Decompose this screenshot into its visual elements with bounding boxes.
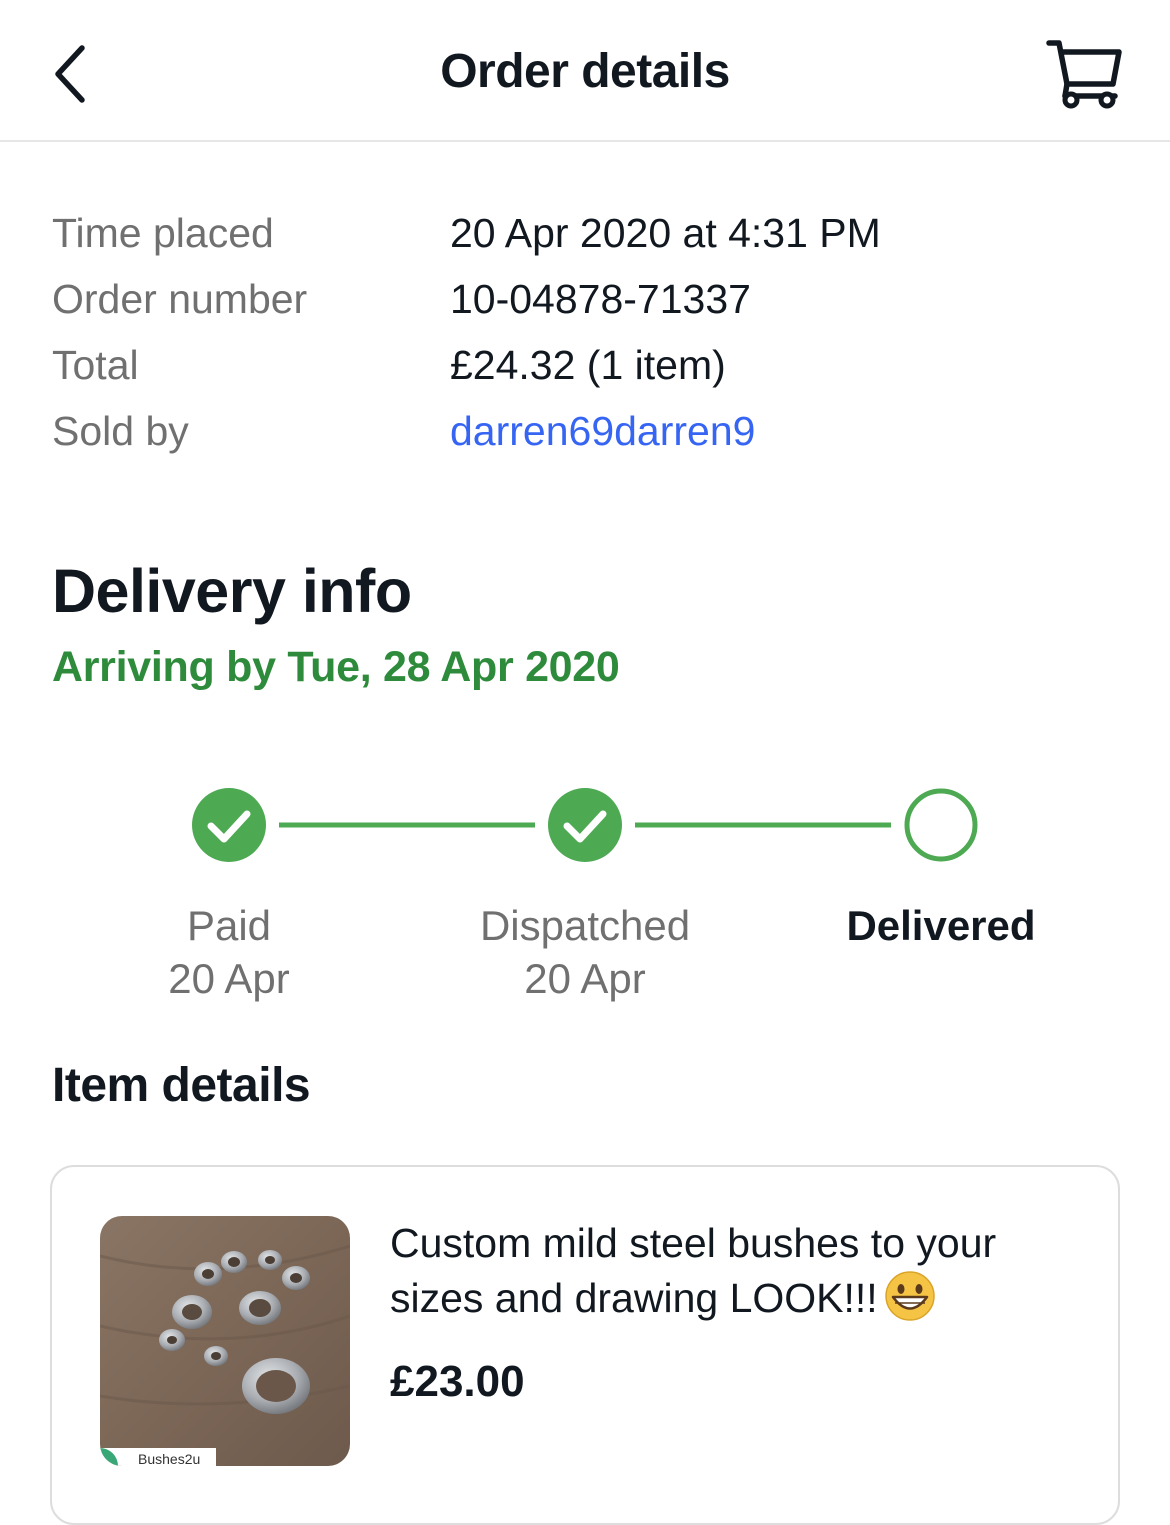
item-photo: Bushes2u <box>100 1216 350 1466</box>
total-row: Total £24.32 (1 item) <box>52 332 1132 398</box>
top-bar: Order details <box>0 0 1170 142</box>
step-paid-label: Paid <box>186 902 272 949</box>
thumbnail-watermark: Bushes2u <box>100 1448 216 1466</box>
step-dispatched-date: 20 Apr <box>524 955 646 1002</box>
item-thumbnail[interactable]: Bushes2u <box>100 1216 350 1466</box>
step-paid-check-icon <box>192 788 266 862</box>
item-details-heading: Item details <box>52 1059 311 1112</box>
bush-7 <box>159 1329 185 1351</box>
time-placed-value: 20 Apr 2020 at 4:31 PM <box>450 209 881 256</box>
step-paid-date: 20 Apr <box>168 955 290 1002</box>
order-summary: Time placed 20 Apr 2020 at 4:31 PM Order… <box>52 200 1132 464</box>
step-delivered-circle-icon <box>904 788 978 862</box>
svg-text:Bushes2u: Bushes2u <box>138 1451 200 1466</box>
cart-button[interactable] <box>1040 34 1130 114</box>
grinning-face-icon <box>884 1271 935 1321</box>
step-delivered-label: Delivered <box>846 902 1036 949</box>
step-dispatched-label: Dispatched <box>479 902 691 949</box>
step-dispatched-check-icon <box>548 788 622 862</box>
step-paid: Paid 20 Apr <box>79 899 379 1005</box>
bush-1 <box>194 1262 222 1286</box>
total-value: £24.32 (1 item) <box>450 341 726 388</box>
order-number-value: 10-04878-71337 <box>450 275 751 322</box>
arrival-estimate: Arriving by Tue, 28 Apr 2020 <box>52 643 620 691</box>
bush-4 <box>282 1266 310 1290</box>
bush-8 <box>204 1346 228 1366</box>
order-number-row: Order number 10-04878-71337 <box>52 266 1132 332</box>
order-number-label: Order number <box>52 275 308 322</box>
sold-by-row: Sold by darren69darren9 <box>52 398 1132 464</box>
bush-5 <box>172 1295 212 1329</box>
item-price: £23.00 <box>390 1357 525 1406</box>
bush-2 <box>221 1251 247 1273</box>
total-label: Total <box>52 341 139 388</box>
cart-icon <box>1046 40 1122 109</box>
time-placed-label: Time placed <box>52 209 274 256</box>
bush-3 <box>258 1250 282 1270</box>
delivery-tracker <box>192 788 978 862</box>
seller-link[interactable]: darren69darren9 <box>450 408 755 455</box>
bush-6 <box>239 1291 281 1325</box>
step-delivered: Delivered <box>791 899 1091 952</box>
item-card[interactable]: Bushes2u Custom mild steel bushes to you… <box>50 1165 1120 1525</box>
item-title[interactable]: Custom mild steel bushes to your sizes a… <box>390 1217 1090 1325</box>
delivery-info-heading: Delivery info <box>52 557 412 625</box>
step-dispatched: Dispatched 20 Apr <box>435 899 735 1005</box>
bush-9 <box>242 1358 310 1414</box>
sold-by-label: Sold by <box>52 407 189 454</box>
time-placed-row: Time placed 20 Apr 2020 at 4:31 PM <box>52 200 1132 266</box>
page-title: Order details <box>440 45 730 98</box>
